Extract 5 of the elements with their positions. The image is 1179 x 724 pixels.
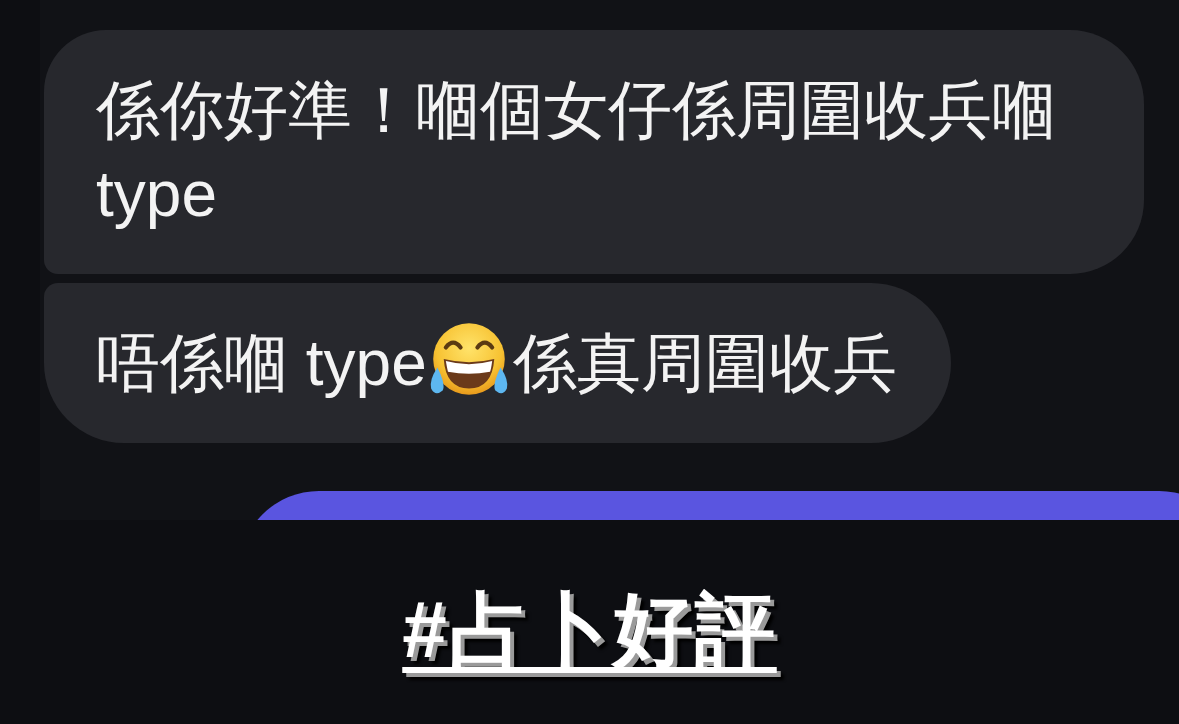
hashtag-caption: #占卜好評 <box>402 590 777 670</box>
message-text: 係你好準！嗰個女仔係周圍收兵嗰 type <box>96 74 1057 230</box>
laughing-tears-emoji-icon <box>428 321 509 397</box>
message-text: 唔係嗰 type <box>96 327 427 399</box>
message-text: 係真周圍收兵 <box>512 327 897 399</box>
